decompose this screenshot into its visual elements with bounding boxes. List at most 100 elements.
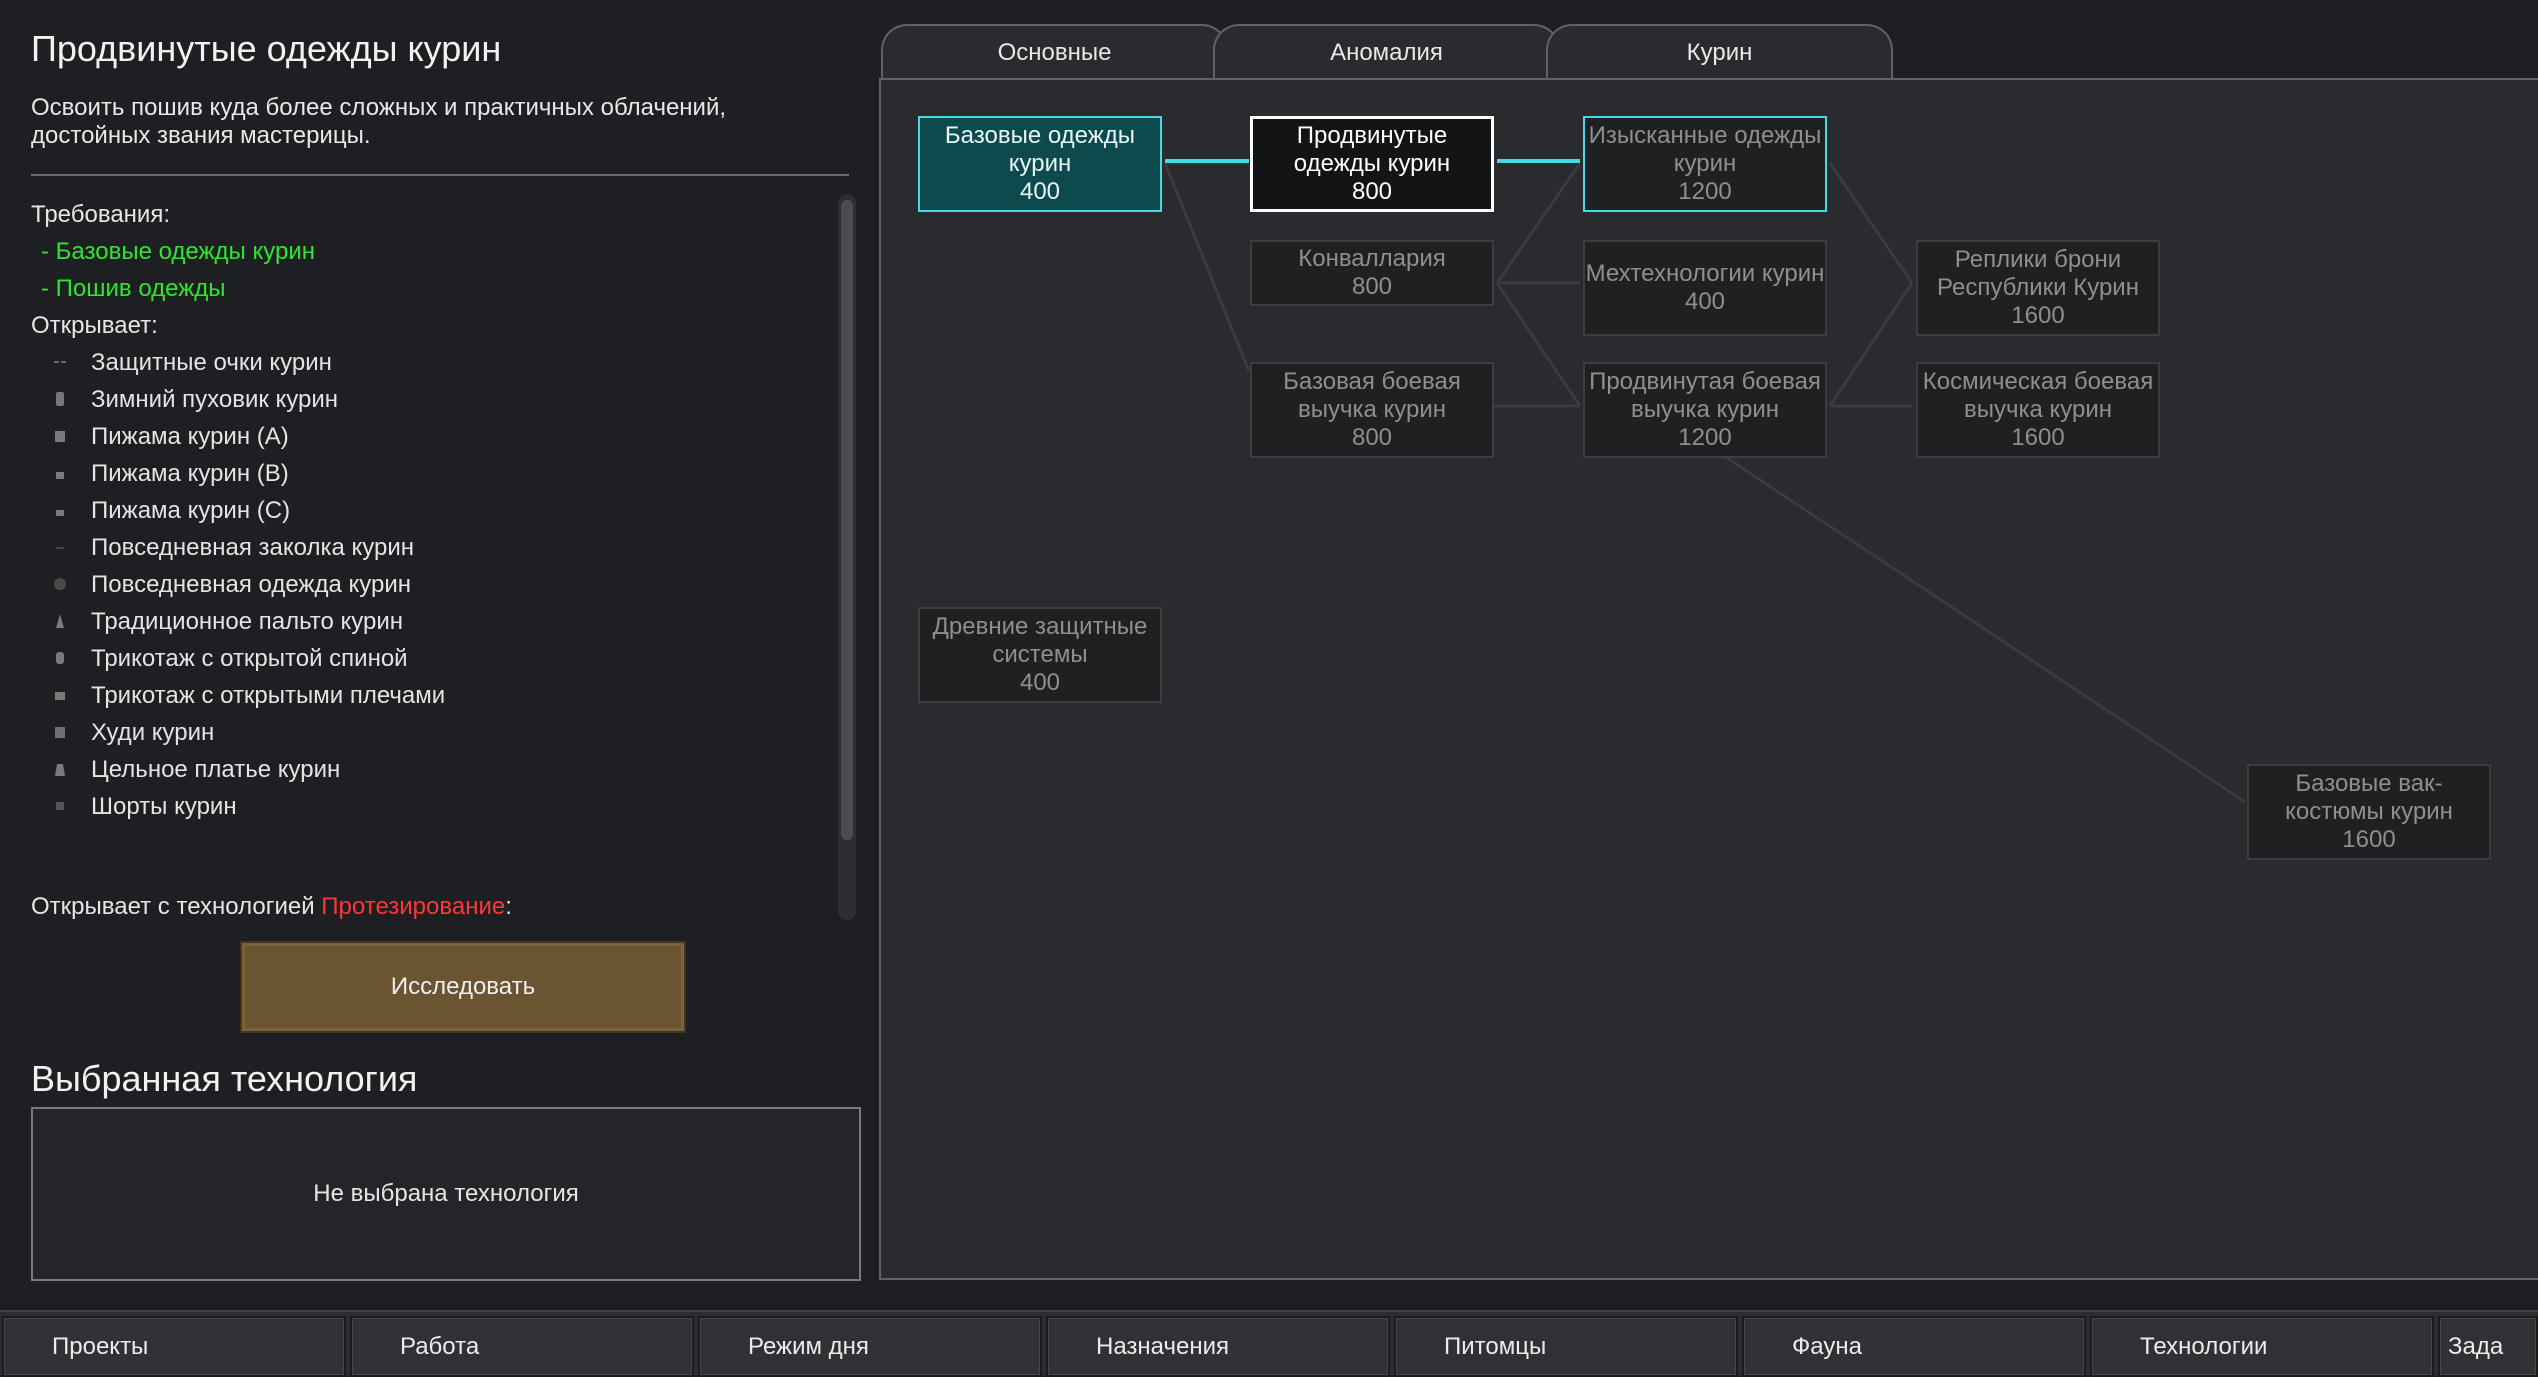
tab-kurin[interactable]: Курин — [1546, 24, 1893, 80]
unlock-item-label: Трикотаж с открытыми плечами — [91, 682, 446, 709]
tech-node-label: Продвинутая боевая выучка курин — [1589, 368, 1821, 423]
unlock-item[interactable]: Пижама курин (B) — [31, 455, 831, 492]
details-scrollbar[interactable] — [838, 194, 856, 920]
tech-node-label: Изысканные одежды курин — [1588, 122, 1822, 177]
main-tab-projects[interactable]: Проекты — [2, 1316, 346, 1377]
unlock-item-label: Традиционное пальто курин — [91, 608, 404, 635]
tab-main[interactable]: Основные — [881, 24, 1228, 80]
unlock-item-label: Защитные очки курин — [91, 349, 332, 376]
main-tab-schedule[interactable]: Режим дня — [698, 1316, 1042, 1377]
tech-node-label: Базовые одежды курин — [944, 122, 1136, 177]
unlock-item[interactable]: Трикотаж с открытыми плечами — [31, 677, 831, 714]
requirement-item: - Пошив одежды — [41, 275, 226, 302]
pajama-icon — [56, 510, 64, 516]
unlock-item-label: Трикотаж с открытой спиной — [91, 645, 408, 672]
requirement-item: - Базовые одежды курин — [41, 238, 315, 265]
tab-anomaly[interactable]: Аномалия — [1213, 24, 1560, 80]
unlock-item[interactable]: Защитные очки курин — [31, 344, 831, 381]
tech-node-label: Конваллария — [1298, 245, 1446, 272]
knitwear-icon — [55, 692, 65, 700]
tech-node-advanced-clothes[interactable]: Продвинутые одежды курин 800 — [1250, 116, 1494, 212]
tech-node-label: Древние защитные системы — [932, 613, 1148, 668]
tech-node-mechtech[interactable]: Мехтехнологии курин 400 — [1583, 240, 1827, 336]
tech-node-cost: 1600 — [2342, 826, 2396, 853]
pajama-icon — [56, 472, 64, 479]
hairpin-icon — [56, 547, 64, 549]
tech-node-label: Реплики брони Республики Курин — [1937, 246, 2139, 301]
unlock-item-label: Пижама курин (A) — [91, 423, 289, 450]
tech-node-cost: 800 — [1351, 424, 1393, 451]
research-info-panel: Продвинутые одежды курин Освоить пошив к… — [0, 0, 878, 1300]
parka-icon — [56, 392, 64, 406]
main-tab-research[interactable]: Технологии — [2090, 1316, 2434, 1377]
unlock-item[interactable]: Пижама курин (A) — [31, 418, 831, 455]
unlock-item[interactable]: Традиционное пальто курин — [31, 603, 831, 640]
shorts-icon — [56, 802, 64, 810]
unlock-item[interactable]: Худи курин — [31, 714, 831, 751]
tech-node-advanced-combat[interactable]: Продвинутая боевая выучка курин 1200 — [1583, 362, 1827, 458]
tech-node-cost: 800 — [1351, 273, 1393, 300]
unlock-item-label: Повседневная заколка курин — [91, 534, 415, 561]
unlock-item-label: Повседневная одежда курин — [91, 571, 412, 598]
selected-tech-title: Выбранная технология — [31, 1058, 418, 1099]
tech-node-exquisite-clothes[interactable]: Изысканные одежды курин 1200 — [1583, 116, 1827, 212]
unlock-item[interactable]: Повседневная одежда курин — [31, 566, 831, 603]
project-details-list[interactable]: Требования: - Базовые одежды курин - Пош… — [31, 196, 831, 918]
unlocks-label: Открывает: — [31, 312, 158, 339]
unlock-item[interactable]: Трикотаж с открытой спиной — [31, 640, 831, 677]
unlock-item-label: Пижама курин (B) — [91, 460, 289, 487]
divider — [31, 174, 849, 176]
goggles-icon — [54, 361, 66, 363]
tech-node-cost: 1200 — [1678, 424, 1732, 451]
tech-unlock-suffix: : — [505, 893, 512, 920]
unlock-item[interactable]: Повседневная заколка курин — [31, 529, 831, 566]
tech-node-label: Космическая боевая выучка курин — [1922, 368, 2154, 423]
tech-unlock-name: Протезирование — [321, 893, 506, 920]
casual-clothes-icon — [54, 578, 66, 590]
unlock-item-label: Цельное платье курин — [91, 756, 341, 783]
scrollbar-thumb[interactable] — [841, 200, 853, 840]
requirements-label: Требования: — [31, 201, 170, 228]
tech-node-label: Базовые вак-костюмы курин — [2285, 770, 2453, 825]
unlock-item-label: Зимний пуховик курин — [91, 386, 339, 413]
unlock-item[interactable]: Цельное платье курин — [31, 751, 831, 788]
unlock-item-label: Худи курин — [91, 719, 215, 746]
unlock-item-label: Пижама курин (C) — [91, 497, 291, 524]
main-tab-assign[interactable]: Назначения — [1046, 1316, 1390, 1377]
unlock-item[interactable]: Пижама курин (C) — [31, 492, 831, 529]
tech-node-cost: 400 — [1019, 178, 1061, 205]
tech-node-space-combat[interactable]: Космическая боевая выучка курин 1600 — [1916, 362, 2160, 458]
tech-node-cost: 400 — [1019, 669, 1061, 696]
dress-icon — [55, 764, 65, 776]
tech-node-cost: 1600 — [2011, 302, 2065, 329]
bottom-main-tabs: Проекты Работа Режим дня Назначения Пито… — [0, 1310, 2538, 1377]
tech-node-vac-suits[interactable]: Базовые вак-костюмы курин 1600 — [2247, 764, 2491, 860]
tech-node-basic-combat[interactable]: Базовая боевая выучка курин 800 — [1250, 362, 1494, 458]
tech-node-cost: 400 — [1684, 288, 1726, 315]
selected-tech-empty-text: Не выбрана технология — [313, 1180, 579, 1207]
tech-node-cost: 800 — [1351, 178, 1393, 205]
main-tab-work[interactable]: Работа — [350, 1316, 694, 1377]
project-title: Продвинутые одежды курин — [31, 28, 502, 69]
tech-node-basic-clothes[interactable]: Базовые одежды курин 400 — [918, 116, 1162, 212]
research-button[interactable]: Исследовать — [240, 941, 686, 1033]
hoodie-icon — [55, 727, 65, 738]
tech-unlock-prefix: Открывает с технологией — [31, 893, 322, 920]
selected-tech-box: Не выбрана технология — [31, 1107, 861, 1281]
unlock-item[interactable]: Зимний пуховик курин — [31, 381, 831, 418]
tech-node-label: Продвинутые одежды курин — [1293, 122, 1451, 177]
pajama-icon — [55, 431, 65, 442]
main-tab-wildlife[interactable]: Фауна — [1742, 1316, 2086, 1377]
main-tab-animals[interactable]: Питомцы — [1394, 1316, 1738, 1377]
main-tab-quests[interactable]: Зада — [2438, 1316, 2538, 1377]
tech-node-ancient-defense[interactable]: Древние защитные системы 400 — [918, 607, 1162, 703]
project-description: Освоить пошив куда более сложных и практ… — [31, 94, 727, 149]
tech-node-armor-replicas[interactable]: Реплики брони Республики Курин 1600 — [1916, 240, 2160, 336]
tech-node-label: Мехтехнологии курин — [1585, 260, 1825, 287]
knitwear-icon — [56, 652, 64, 664]
research-tree-panel[interactable]: Базовые одежды курин 400 Продвинутые оде… — [879, 78, 2538, 1280]
tech-node-cost: 1600 — [2011, 424, 2065, 451]
tech-node-convallaria[interactable]: Конваллария 800 — [1250, 240, 1494, 306]
tech-node-cost: 1200 — [1678, 178, 1732, 205]
unlock-item[interactable]: Шорты курин — [31, 788, 831, 825]
